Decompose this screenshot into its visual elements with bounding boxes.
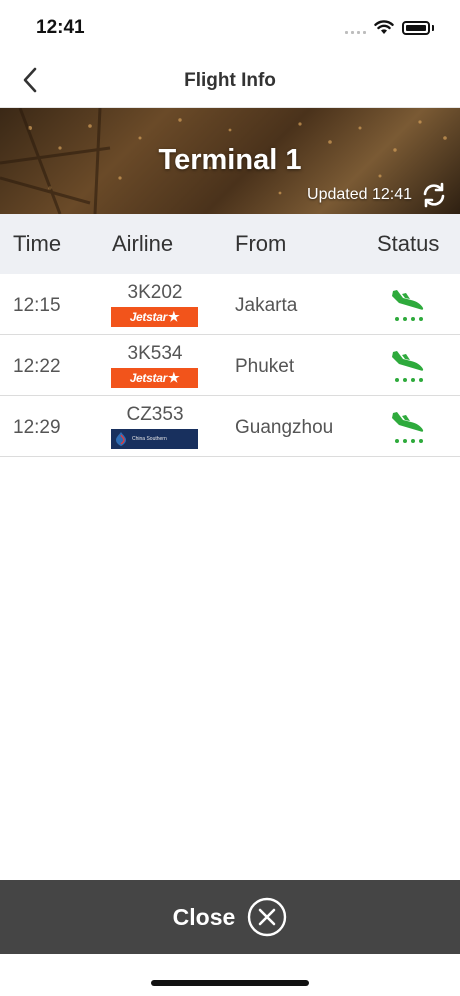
battery-tip: [432, 24, 434, 31]
status-time: 12:41: [36, 17, 85, 38]
refresh-button[interactable]: [418, 180, 450, 210]
airline-logo-text: Jetstar: [129, 371, 168, 385]
column-header-from: From: [235, 231, 287, 256]
status-icons: [345, 20, 434, 35]
home-area: [0, 954, 460, 996]
flight-list: 12:15 3K202 Jetstar ★ Jakarta 12:22 3K534…: [0, 274, 460, 457]
nav-bar: Flight Info: [0, 54, 460, 108]
plane-landed-icon: [392, 351, 424, 382]
wifi-icon: [374, 20, 394, 34]
column-header-time: Time: [13, 231, 62, 256]
flight-row[interactable]: 12:15 3K202 Jetstar ★ Jakarta: [0, 274, 460, 335]
close-button[interactable]: Close: [0, 880, 460, 954]
airline-logo-text: Jetstar: [129, 310, 168, 324]
flight-origin: Guangzhou: [235, 417, 334, 438]
terminal-banner: Terminal 1 Updated 12:41: [0, 108, 460, 214]
column-header-airline: Airline: [112, 231, 174, 256]
flight-time: 12:29: [13, 417, 61, 438]
jetstar-logo: Jetstar ★: [111, 368, 198, 388]
flight-origin: Phuket: [235, 356, 295, 377]
updated-time: Updated 12:41: [307, 186, 412, 203]
jetstar-logo: Jetstar ★: [111, 307, 198, 327]
close-circle-icon: [248, 897, 287, 937]
flight-time: 12:22: [13, 356, 61, 377]
plane-landed-icon: [392, 412, 424, 443]
battery-icon: [402, 20, 430, 35]
flight-row[interactable]: 12:29 CZ353 China Southern Guangzhou: [0, 396, 460, 457]
flight-number: 3K202: [127, 282, 183, 303]
signal-icon: [345, 22, 366, 34]
china-southern-logo: China Southern: [111, 429, 198, 449]
home-indicator[interactable]: [151, 980, 309, 986]
page-title: Flight Info: [184, 70, 276, 91]
refresh-icon: [423, 182, 445, 208]
flight-origin: Jakarta: [235, 295, 298, 316]
terminal-title: Terminal 1: [158, 144, 302, 176]
flight-number: 3K534: [127, 343, 183, 364]
flight-number: CZ353: [126, 404, 184, 425]
plane-landed-icon: [392, 290, 424, 321]
close-label: Close: [172, 903, 236, 930]
airline-logo-text: China Southern: [132, 436, 167, 442]
flight-row[interactable]: 12:22 3K534 Jetstar ★ Phuket: [0, 335, 460, 396]
kapok-flower-icon: [116, 432, 126, 446]
column-header-status: Status: [377, 231, 440, 256]
flight-time: 12:15: [13, 295, 61, 316]
status-bar: 12:41: [0, 0, 460, 54]
table-header: Time Airline From Status: [0, 214, 460, 274]
